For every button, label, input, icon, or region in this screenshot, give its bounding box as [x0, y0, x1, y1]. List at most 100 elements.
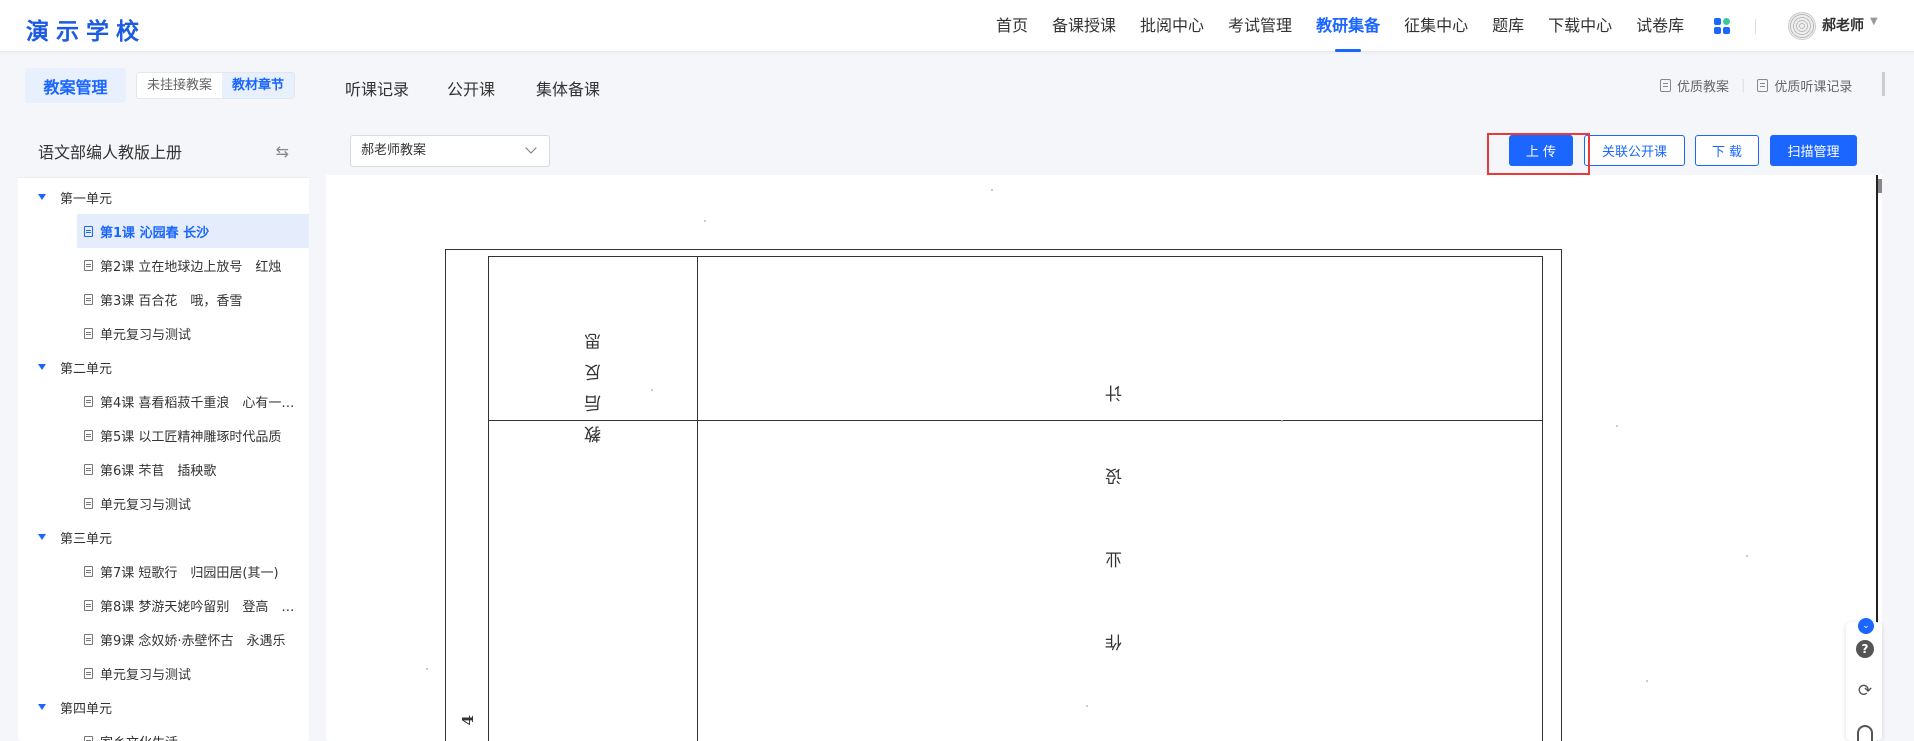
lesson-item[interactable]: 单元复习与测试	[18, 656, 309, 690]
nav-item-4[interactable]: 教研集备	[1316, 0, 1380, 52]
scan-speck	[651, 389, 653, 391]
lesson-label: 第2课 立在地球边上放号 红烛	[100, 259, 282, 275]
main-panel: 郝老师教案 上 传 关联公开课 下 载 扫描管理 教后反思 作业设计 4	[326, 125, 1882, 741]
quality-plans-link[interactable]: 优质教案	[1660, 76, 1729, 95]
document-icon	[1757, 79, 1769, 92]
segment-textbook-chapters[interactable]: 教材章节	[222, 73, 295, 98]
lesson-label: 第1课 沁园春 长沙	[100, 225, 210, 241]
lesson-label: 第3课 百合花 哦，香雪	[100, 293, 243, 309]
lesson-item[interactable]: 家乡文化生活	[18, 724, 309, 741]
help-icon[interactable]: ?	[1856, 640, 1874, 658]
lesson-document-icon	[84, 497, 93, 509]
avatar[interactable]	[1788, 12, 1816, 40]
edge-scroll-handle[interactable]	[1882, 72, 1885, 96]
page-number: 4	[459, 715, 477, 726]
chapter-tree: 第一单元第1课 沁园春 长沙第2课 立在地球边上放号 红烛 第3课 百合花 哦，香…	[18, 178, 309, 741]
caret-down-icon[interactable]	[38, 704, 46, 710]
lesson-label: 第6课 芣苢 插秧歌	[100, 463, 217, 479]
lesson-label: 家乡文化生活	[100, 732, 295, 741]
scan-speck	[1281, 420, 1283, 422]
lesson-label: 第8课 梦游天姥吟留别 登高 琵琶行	[100, 599, 295, 615]
document-preview[interactable]: 教后反思 作业设计 4	[326, 175, 1871, 741]
chevron-down-icon	[525, 142, 537, 154]
swap-icon[interactable]: ⇆	[276, 142, 289, 161]
table-row-divider	[488, 420, 1543, 421]
table-column-divider	[697, 256, 698, 741]
plan-select[interactable]: 郝老师教案	[350, 135, 550, 167]
lesson-item[interactable]: 第4课 喜看稻菽千重浪 心有一团火	[18, 384, 309, 418]
caret-down-icon[interactable]	[38, 534, 46, 540]
segment-unlinked-plans[interactable]: 未挂接教案	[137, 73, 222, 98]
quality-links: 优质教案 | 优质听课记录	[1660, 76, 1852, 95]
tab-lecture-records[interactable]: 听课记录	[345, 76, 409, 100]
lesson-label: 单元复习与测试	[100, 667, 192, 683]
caret-down-icon[interactable]	[38, 364, 46, 370]
lesson-label: 单元复习与测试	[100, 327, 192, 343]
nav-item-3[interactable]: 考试管理	[1228, 0, 1292, 52]
scan-speck	[991, 189, 993, 191]
main-nav: 首页 备课授课 批阅中心 考试管理 教研集备 征集中心 题库 下载中心 试卷库	[996, 0, 1708, 52]
lesson-document-icon	[84, 735, 93, 741]
lesson-item[interactable]: 第8课 梦游天姥吟留别 登高 琵琶行	[18, 588, 309, 622]
nav-item-5[interactable]: 征集中心	[1404, 0, 1468, 52]
lesson-label: 第9课 念奴娇·赤壁怀古 永遇乐	[100, 633, 286, 649]
main-toolbar: 郝老师教案 上 传 关联公开课 下 载 扫描管理	[326, 125, 1882, 175]
collapse-icon[interactable]: ⌄	[1858, 618, 1874, 634]
lesson-item[interactable]: 第2课 立在地球边上放号 红烛	[18, 248, 309, 282]
lesson-document-icon	[84, 293, 93, 305]
refresh-icon[interactable]: ⟳	[1856, 681, 1874, 701]
document-table	[488, 256, 1543, 741]
scan-speck	[1086, 705, 1088, 707]
lesson-document-icon	[84, 463, 93, 475]
lesson-item[interactable]: 单元复习与测试	[18, 486, 309, 520]
scan-speck	[704, 220, 706, 222]
school-logo[interactable]: 演示学校	[26, 12, 146, 46]
chevron-down-icon[interactable]: ▼	[1870, 16, 1878, 27]
lesson-document-icon	[84, 599, 93, 611]
lesson-label: 单元复习与测试	[100, 497, 192, 513]
tab-open-class[interactable]: 公开课	[447, 76, 495, 100]
nav-item-1[interactable]: 备课授课	[1052, 0, 1116, 52]
sidebar-header: 语文部编人教版上册 ⇆	[18, 125, 309, 178]
headset-icon[interactable]	[1857, 725, 1873, 741]
quality-lecture-records-link[interactable]: 优质听课记录	[1757, 76, 1852, 95]
lesson-label: 第7课 短歌行 归园田居(其一)	[100, 565, 279, 581]
scan-speck	[1616, 425, 1618, 427]
lesson-item[interactable]: 第7课 短歌行 归园田居(其一)	[18, 554, 309, 588]
nav-item-7[interactable]: 下载中心	[1548, 0, 1612, 52]
lesson-document-icon	[84, 565, 93, 577]
textbook-title: 语文部编人教版上册	[38, 143, 183, 162]
document-icon	[1660, 79, 1671, 92]
lesson-item[interactable]: 第9课 念奴娇·赤壁怀古 永遇乐	[18, 622, 309, 656]
preview-scroll-thumb[interactable]	[1878, 179, 1882, 193]
scan-speck	[426, 668, 428, 670]
apps-grid-icon[interactable]	[1714, 18, 1730, 34]
tab-lesson-plan-management[interactable]: 教案管理	[25, 68, 126, 103]
nav-item-0[interactable]: 首页	[996, 0, 1028, 52]
lesson-item[interactable]: 第1课 沁园春 长沙	[77, 214, 309, 248]
lesson-document-icon	[84, 429, 93, 441]
unit-item[interactable]: 第一单元	[18, 180, 309, 214]
link-open-class-button[interactable]: 关联公开课	[1584, 135, 1685, 166]
download-button[interactable]: 下 载	[1695, 135, 1759, 166]
lesson-label: 第5课 以工匠精神雕琢时代品质	[100, 429, 282, 445]
lesson-item[interactable]: 单元复习与测试	[18, 316, 309, 350]
plan-select-value: 郝老师教案	[361, 143, 427, 158]
unit-item[interactable]: 第二单元	[18, 350, 309, 384]
user-name[interactable]: 郝老师	[1822, 15, 1864, 35]
nav-item-8[interactable]: 试卷库	[1636, 0, 1684, 52]
nav-item-2[interactable]: 批阅中心	[1140, 0, 1204, 52]
unit-item[interactable]: 第四单元	[18, 690, 309, 724]
nav-item-6[interactable]: 题库	[1492, 0, 1524, 52]
scan-manage-button[interactable]: 扫描管理	[1770, 135, 1857, 166]
tab-collective-prep[interactable]: 集体备课	[536, 76, 600, 100]
caret-down-icon[interactable]	[38, 194, 46, 200]
lesson-item[interactable]: 第3课 百合花 哦，香雪	[18, 282, 309, 316]
lesson-document-icon	[84, 225, 93, 237]
unit-label: 第四单元	[60, 701, 113, 717]
lesson-item[interactable]: 第6课 芣苢 插秧歌	[18, 452, 309, 486]
lesson-document-icon	[84, 259, 93, 271]
header-divider	[1755, 19, 1756, 34]
lesson-item[interactable]: 第5课 以工匠精神雕琢时代品质	[18, 418, 309, 452]
unit-item[interactable]: 第三单元	[18, 520, 309, 554]
